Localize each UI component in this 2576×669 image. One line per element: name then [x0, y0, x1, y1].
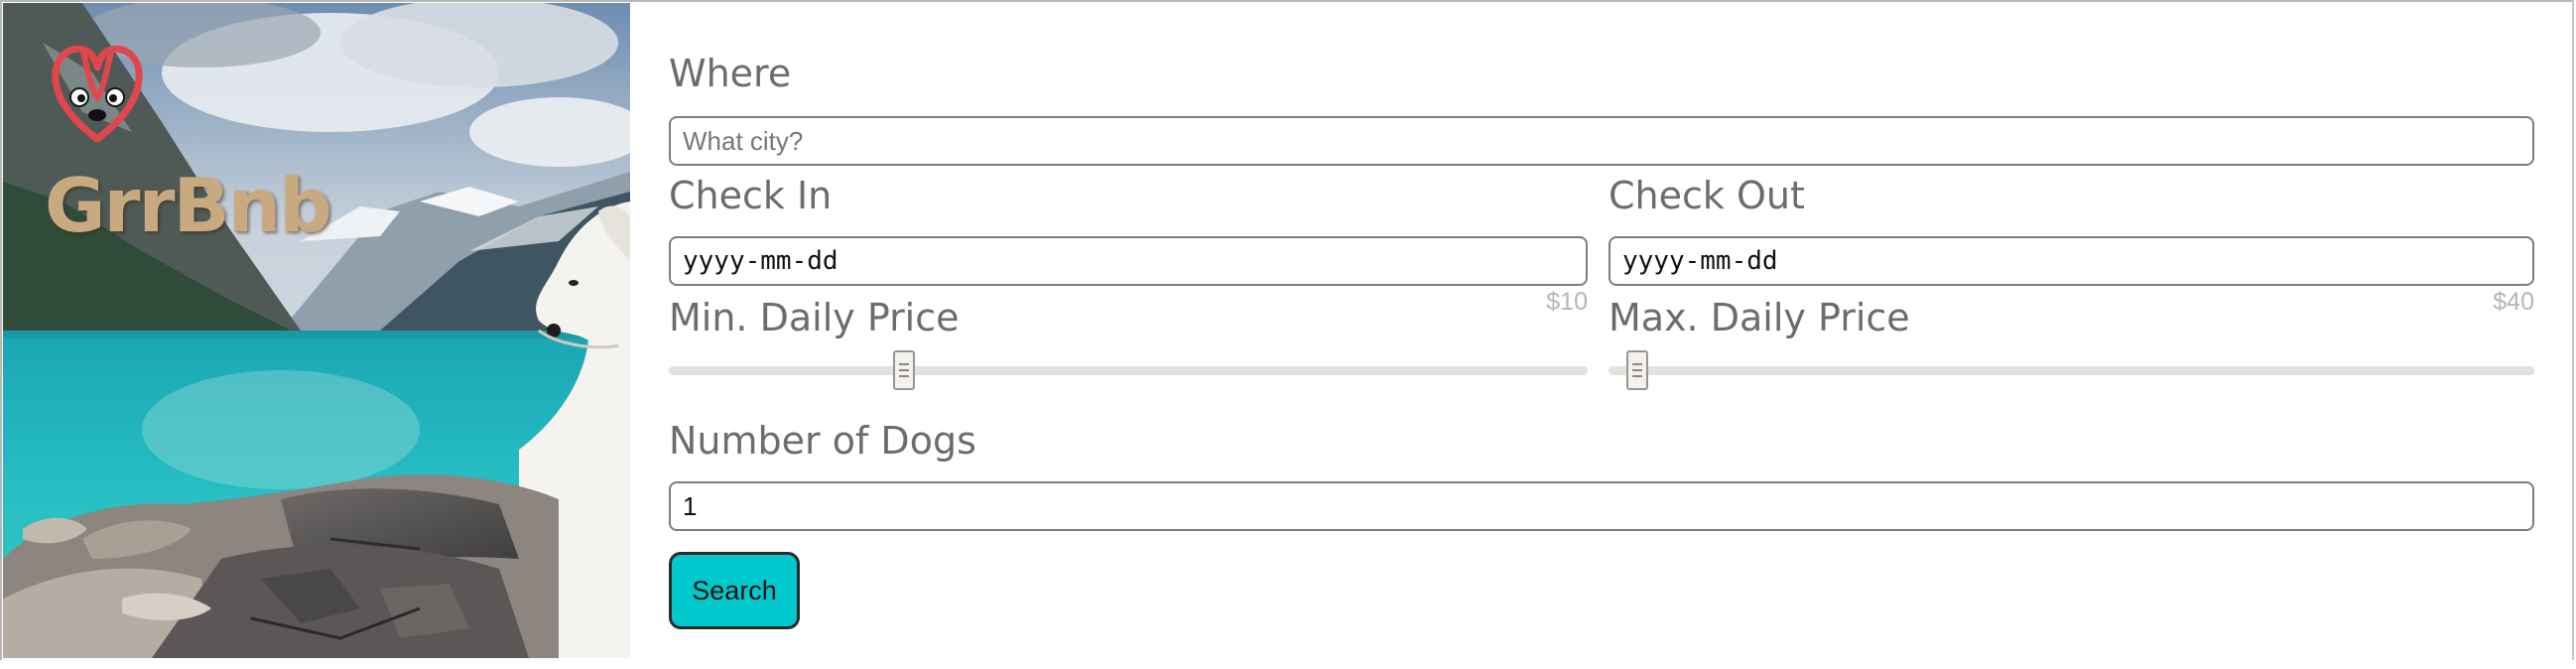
min-price-track[interactable]: [669, 366, 1588, 375]
where-label: Where: [669, 52, 792, 95]
slider-grip-icon: [899, 363, 909, 377]
max-price-track[interactable]: [1609, 366, 2534, 375]
check-out-date-input[interactable]: yyyy-mm-dd: [1609, 236, 2534, 286]
search-button[interactable]: Search: [669, 552, 800, 629]
check-out-label: Check Out: [1609, 174, 1805, 217]
slider-grip-icon: [1632, 363, 1643, 377]
check-in-label: Check In: [669, 174, 833, 217]
dogs-label: Number of Dogs: [669, 419, 976, 463]
hero-image: GrrBnb: [3, 3, 630, 658]
check-in-date-value: yyyy-mm-dd: [683, 246, 838, 276]
check-out-date-value: yyyy-mm-dd: [1622, 246, 1778, 276]
max-price-value: $40: [2493, 288, 2534, 316]
brand-name: GrrBnb: [45, 162, 332, 249]
check-in-date-input[interactable]: yyyy-mm-dd: [669, 236, 1588, 286]
dogs-number-input[interactable]: 1: [669, 481, 2534, 531]
dog-heart-logo-icon: [52, 45, 143, 143]
where-placeholder: What city?: [683, 125, 804, 156]
bottom-margin: [0, 660, 2576, 669]
min-price-value: $10: [1546, 288, 1588, 316]
max-price-label: Max. Daily Price: [1609, 296, 1910, 339]
min-price-label: Min. Daily Price: [669, 296, 960, 339]
where-input[interactable]: What city?: [669, 116, 2534, 166]
dogs-value: 1: [683, 490, 698, 521]
max-price-thumb[interactable]: [1626, 350, 1649, 390]
min-price-thumb[interactable]: [893, 350, 915, 390]
